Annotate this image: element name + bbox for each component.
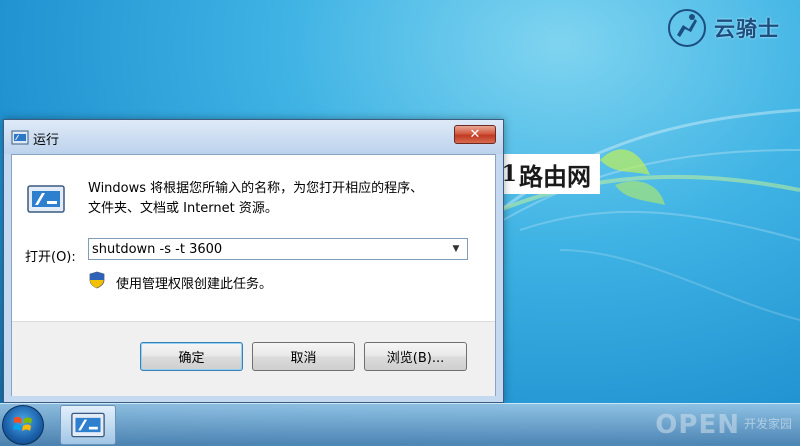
command-input[interactable] [89, 239, 450, 259]
dialog-description: Windows 将根据您所输入的名称，为您打开相应的程序、 文件夹、文档或 In… [88, 179, 488, 219]
dialog-body: Windows 将根据您所输入的名称，为您打开相应的程序、 文件夹、文档或 In… [11, 154, 496, 396]
watermark-yunqishi: 云骑士 [666, 6, 780, 50]
admin-privileges-note: 使用管理权限创建此任务。 [116, 277, 273, 292]
close-button[interactable]: ✕ [454, 125, 496, 144]
open-label: 打开(O): [25, 250, 76, 265]
command-combobox[interactable]: ▼ [88, 238, 468, 260]
run-app-icon [11, 130, 29, 145]
watermark-open-text: 开发家园 [743, 417, 792, 431]
start-button[interactable] [2, 405, 44, 445]
close-icon: ✕ [469, 127, 481, 142]
description-line-2: 文件夹、文档或 Internet 资源。 [88, 201, 278, 216]
taskbar: OPEN 开发家园 [0, 403, 800, 446]
taskbar-run-icon [71, 412, 105, 438]
start-orb-icon [13, 416, 32, 431]
uac-shield-icon [89, 271, 105, 289]
dialog-title: 运行 [33, 133, 60, 148]
chevron-down-icon: ▼ [452, 244, 460, 254]
taskbar-run-button[interactable] [60, 405, 116, 445]
browse-button[interactable]: 浏览(B)... [364, 342, 467, 371]
watermark-site-name: 路由网 [518, 162, 591, 191]
dialog-titlebar[interactable]: 运行 ✕ [4, 120, 503, 154]
run-app-large-icon [27, 185, 65, 213]
combobox-dropdown-button[interactable]: ▼ [447, 239, 465, 259]
dialog-button-bar: 确定 取消 浏览(B)... [12, 321, 495, 396]
description-line-1: Windows 将根据您所输入的名称，为您打开相应的程序、 [88, 181, 424, 196]
ok-button[interactable]: 确定 [140, 342, 243, 371]
run-dialog: 运行 ✕ Windows 将根据您所输入的名称，为您打开相应的程序、 文件夹、文… [3, 119, 504, 403]
watermark-open-kaifajiayuan: OPEN 开发家园 [655, 410, 792, 440]
cancel-button[interactable]: 取消 [252, 342, 355, 371]
knight-logo-icon [668, 9, 706, 47]
watermark-open-logo: OPEN [655, 410, 740, 440]
watermark-yunqishi-text: 云骑士 [714, 17, 780, 41]
